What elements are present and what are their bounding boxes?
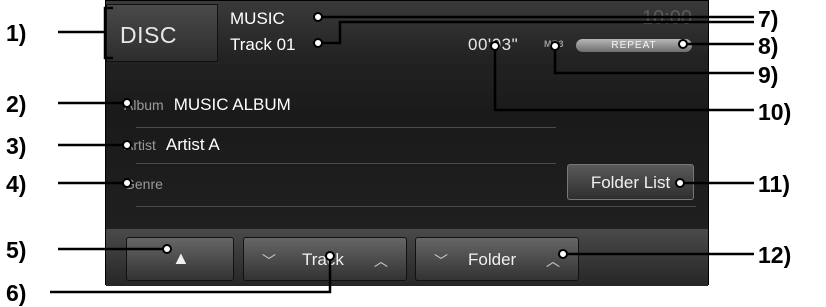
callout-3: 3) — [6, 133, 27, 159]
callout-10: 10) — [758, 99, 792, 125]
callout-5: 5) — [6, 237, 27, 263]
callout-12: 12) — [758, 242, 792, 268]
callout-4: 4) — [6, 171, 27, 197]
callout-7: 7) — [758, 6, 779, 32]
callout-9: 9) — [758, 62, 779, 88]
callout-lines — [50, 6, 754, 294]
callout-2: 2) — [6, 91, 27, 117]
callout-11: 11) — [758, 171, 790, 197]
callout-8: 8) — [758, 33, 779, 59]
callout-1: 1) — [6, 20, 27, 46]
